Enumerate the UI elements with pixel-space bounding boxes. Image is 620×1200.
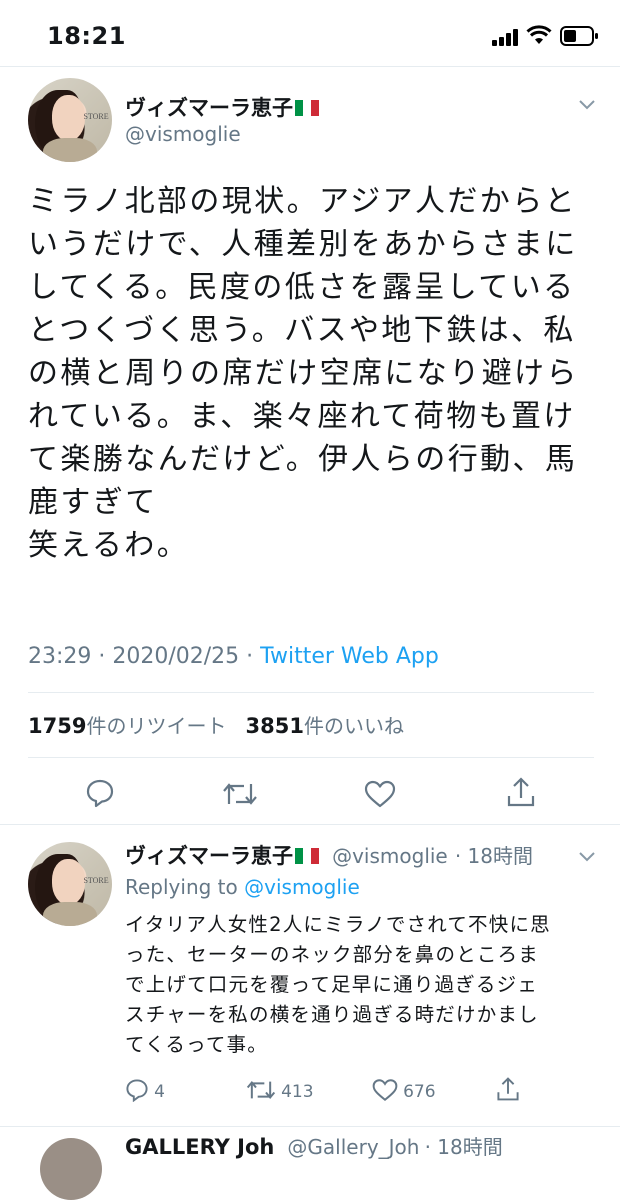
author-handle[interactable]: @vismoglie bbox=[125, 122, 241, 146]
reply-like-count: 676 bbox=[403, 1082, 436, 1102]
reply-author-name[interactable]: ヴィズマーラ恵子 bbox=[125, 844, 293, 868]
reply-avatar[interactable]: STORE bbox=[28, 842, 112, 926]
reply-action-retweet[interactable]: 413 bbox=[246, 1078, 314, 1102]
tweet-meta: 23:29 · 2020/02/25 · Twitter Web App bbox=[28, 644, 439, 669]
avatar[interactable]: STORE bbox=[28, 78, 112, 162]
retweet-icon[interactable] bbox=[222, 780, 258, 808]
status-time: 18:21 bbox=[47, 22, 126, 50]
meta-divider bbox=[28, 692, 594, 693]
reply-author-handle[interactable]: @vismoglie bbox=[332, 844, 448, 868]
wifi-icon bbox=[526, 24, 552, 46]
reply-action-like[interactable]: 676 bbox=[372, 1078, 436, 1102]
like-stat[interactable]: 3851件のいいね bbox=[246, 714, 404, 738]
next-timestamp[interactable]: · 18時間 bbox=[425, 1135, 503, 1159]
next-author-name[interactable]: GALLERY Joh bbox=[125, 1135, 274, 1159]
next-author-row[interactable]: GALLERY Joh @Gallery_Joh · 18時間 bbox=[125, 1131, 503, 1160]
cellular-signal-icon bbox=[492, 28, 522, 46]
chevron-down-icon[interactable] bbox=[578, 96, 596, 114]
like-heart-icon[interactable] bbox=[364, 780, 396, 808]
replying-to-handle-link[interactable]: @vismoglie bbox=[244, 875, 360, 899]
tweet-timestamp[interactable]: 23:29 · 2020/02/25 · bbox=[28, 644, 260, 669]
reply-retweet-count: 413 bbox=[281, 1082, 314, 1102]
stats-divider bbox=[28, 757, 594, 758]
tweet-stats: 1759件のリツイート 3851件のいいね bbox=[28, 710, 404, 739]
tweet-text: ミラノ北部の現状。アジア人だからと いうだけで、人種差別をあからさまに してくる… bbox=[28, 184, 579, 563]
italy-flag-icon bbox=[295, 848, 319, 864]
battery-icon bbox=[560, 26, 598, 46]
retweet-stat[interactable]: 1759件のリツイート bbox=[28, 714, 226, 738]
italy-flag-icon bbox=[295, 100, 319, 116]
retweet-icon bbox=[246, 1080, 276, 1100]
reply-timestamp[interactable]: · 18時間 bbox=[455, 844, 533, 868]
like-heart-icon bbox=[372, 1079, 398, 1101]
author-row[interactable]: ヴィズマーラ恵子 bbox=[125, 92, 319, 122]
reply-action-reply[interactable]: 4 bbox=[125, 1078, 165, 1103]
tweet-source-link[interactable]: Twitter Web App bbox=[260, 644, 439, 669]
reply-chevron-down-icon[interactable] bbox=[578, 848, 596, 866]
reply-author-row[interactable]: ヴィズマーラ恵子 @vismoglie · 18時間 bbox=[125, 840, 533, 870]
author-name[interactable]: ヴィズマーラ恵子 bbox=[125, 96, 293, 120]
reply-tweet-text: イタリア人女性2人にミラノでされて不快に思 った、セーターのネック部分を鼻のとこ… bbox=[125, 913, 551, 1056]
share-icon[interactable] bbox=[496, 1076, 520, 1106]
share-icon[interactable] bbox=[506, 776, 536, 808]
reply-icon bbox=[126, 1079, 148, 1103]
tweet-divider bbox=[0, 1126, 620, 1127]
next-avatar[interactable] bbox=[40, 1138, 102, 1200]
replying-to: Replying to @vismoglie bbox=[125, 875, 360, 899]
tweet-divider bbox=[0, 824, 620, 825]
reply-icon[interactable] bbox=[85, 778, 115, 808]
reply-count: 4 bbox=[154, 1082, 165, 1102]
next-author-handle[interactable]: @Gallery_Joh bbox=[287, 1135, 419, 1159]
status-divider bbox=[0, 66, 620, 67]
